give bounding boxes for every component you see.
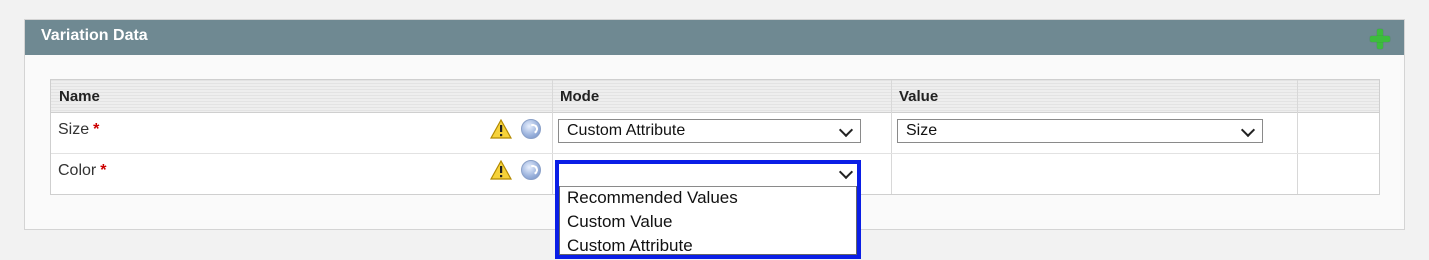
option-custom-attribute[interactable]: Custom Attribute [560, 234, 856, 258]
warning-icon[interactable] [490, 119, 512, 139]
table-row-color-name: Color * [58, 162, 106, 180]
help-icon[interactable] [521, 160, 541, 180]
mode-select-color[interactable] [559, 164, 857, 187]
column-divider [1297, 80, 1298, 194]
chevron-down-icon [1240, 122, 1256, 138]
column-header-name: Name [59, 88, 100, 105]
warning-icon[interactable] [490, 160, 512, 180]
option-custom-value[interactable]: Custom Value [560, 210, 856, 234]
value-select-value: Size [906, 122, 938, 139]
option-recommended-values[interactable]: Recommended Values [560, 186, 856, 210]
column-header-value: Value [899, 88, 939, 105]
column-divider [552, 80, 553, 194]
table-row-size-name: Size * [58, 121, 99, 139]
chevron-down-icon [838, 122, 854, 138]
panel-title: Variation Data [41, 27, 148, 44]
mode-select-color-open: Recommended Values Custom Value Custom A… [555, 160, 861, 259]
column-header-mode: Mode [560, 88, 600, 105]
row-divider [51, 153, 1379, 154]
add-variation-plus-icon[interactable] [1370, 29, 1390, 49]
help-icon[interactable] [521, 119, 541, 139]
mode-select-value: Custom Attribute [567, 122, 686, 139]
column-divider [891, 80, 892, 194]
required-marker: * [93, 121, 100, 138]
chevron-down-icon [838, 164, 854, 180]
required-marker: * [100, 162, 107, 179]
attribute-name: Size [58, 121, 90, 138]
dropdown-options: Recommended Values Custom Value Custom A… [559, 186, 857, 255]
table-header: Name Mode Value [51, 80, 1379, 113]
value-select-size[interactable]: Size [897, 119, 1263, 143]
mode-select-size[interactable]: Custom Attribute [558, 119, 861, 143]
attribute-name: Color [58, 162, 97, 179]
panel-header: Variation Data [25, 20, 1404, 55]
